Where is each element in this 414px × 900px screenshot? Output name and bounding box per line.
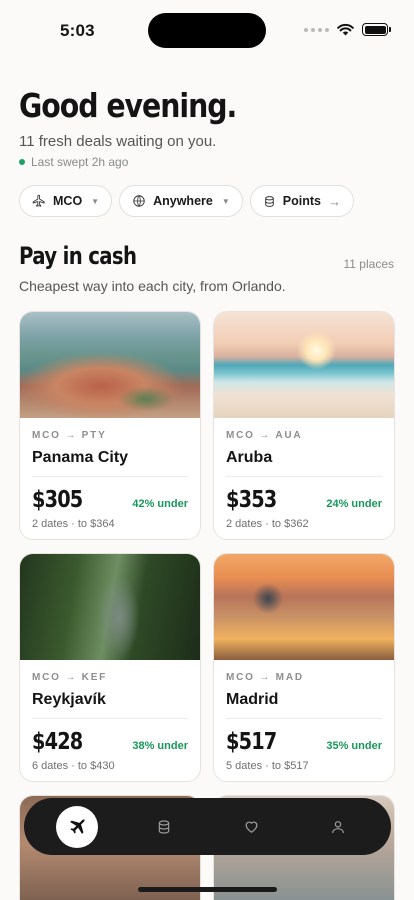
greeting-subtitle: 11 fresh deals waiting on you. [19,133,217,150]
status-time: 5:03 [60,21,95,40]
points-toggle-chip[interactable]: Points → [249,185,354,217]
city-name: Madrid [226,691,279,708]
wifi-icon [337,23,354,36]
dynamic-island [148,13,266,48]
arrow-right-icon: → [327,193,341,209]
tab-flights[interactable] [56,805,98,848]
deal-card-panama-city[interactable]: MCO → PTY Panama City $305 42% under 2 d… [19,311,201,540]
bottom-tab-bar [24,798,391,855]
deal-price: $305 [32,487,83,513]
deal-price: $517 [226,729,277,755]
deal-card-aruba[interactable]: MCO → AUA Aruba $353 24% under 2 dates ·… [213,311,395,540]
destination-photo [214,312,394,418]
tab-points[interactable] [143,806,185,848]
origin-filter-label: MCO [53,194,83,208]
signal-dots-icon [304,27,329,32]
route-label: MCO → KEF [32,672,108,683]
divider [32,476,188,477]
coins-icon [264,195,274,207]
discount-badge: 42% under [132,498,188,510]
home-indicator [138,887,277,892]
live-status-dot [19,159,25,165]
deal-price: $353 [226,487,277,513]
chevron-down-icon: ▼ [221,196,230,206]
dates-summary: 2 dates · to $362 [226,518,309,530]
discount-badge: 38% under [132,740,188,752]
battery-icon [362,23,391,36]
destination-filter-chip[interactable]: Anywhere ▼ [119,185,243,217]
heart-icon [245,821,257,833]
plane-icon [32,194,45,207]
section-subtitle: Cheapest way into each city, from Orland… [19,278,286,294]
filter-chips: MCO ▼ Anywhere ▼ Points → [19,185,354,217]
section-count: 11 places [343,257,394,271]
greeting-title: Good evening. [19,86,237,125]
route-label: MCO → PTY [32,430,107,441]
plane-icon [70,818,85,834]
origin-filter-chip[interactable]: MCO ▼ [19,185,113,217]
destination-photo [214,554,394,660]
coins-icon [158,819,170,834]
deal-card-madrid[interactable]: MCO → MAD Madrid $517 35% under 5 dates … [213,553,395,782]
city-name: Aruba [226,449,273,466]
points-label: Points [282,194,321,208]
discount-badge: 24% under [326,498,382,510]
dates-summary: 5 dates · to $517 [226,760,309,772]
deal-card-reykjavik[interactable]: MCO → KEF Reykjavík $428 38% under 6 dat… [19,553,201,782]
route-label: MCO → AUA [226,430,303,441]
destination-photo [20,312,200,418]
status-indicators [304,23,391,36]
city-name: Reykjavík [32,691,106,708]
destination-filter-label: Anywhere [153,194,213,208]
section-title: Pay in cash [19,242,137,270]
globe-icon [133,195,145,207]
status-bar: 5:03 [0,0,414,60]
tab-profile[interactable] [317,806,359,848]
dates-summary: 6 dates · to $430 [32,760,115,772]
destination-photo [20,554,200,660]
person-icon [332,820,344,833]
divider [226,476,382,477]
discount-badge: 35% under [326,740,382,752]
dates-summary: 2 dates · to $364 [32,518,115,530]
chevron-down-icon: ▼ [91,196,100,206]
last-swept-status: Last swept 2h ago [19,155,128,169]
route-label: MCO → MAD [226,672,304,683]
last-swept-label: Last swept 2h ago [31,155,129,169]
divider [226,718,382,719]
deal-price: $428 [32,729,83,755]
tab-saved[interactable] [230,806,272,848]
divider [32,718,188,719]
city-name: Panama City [32,449,129,466]
